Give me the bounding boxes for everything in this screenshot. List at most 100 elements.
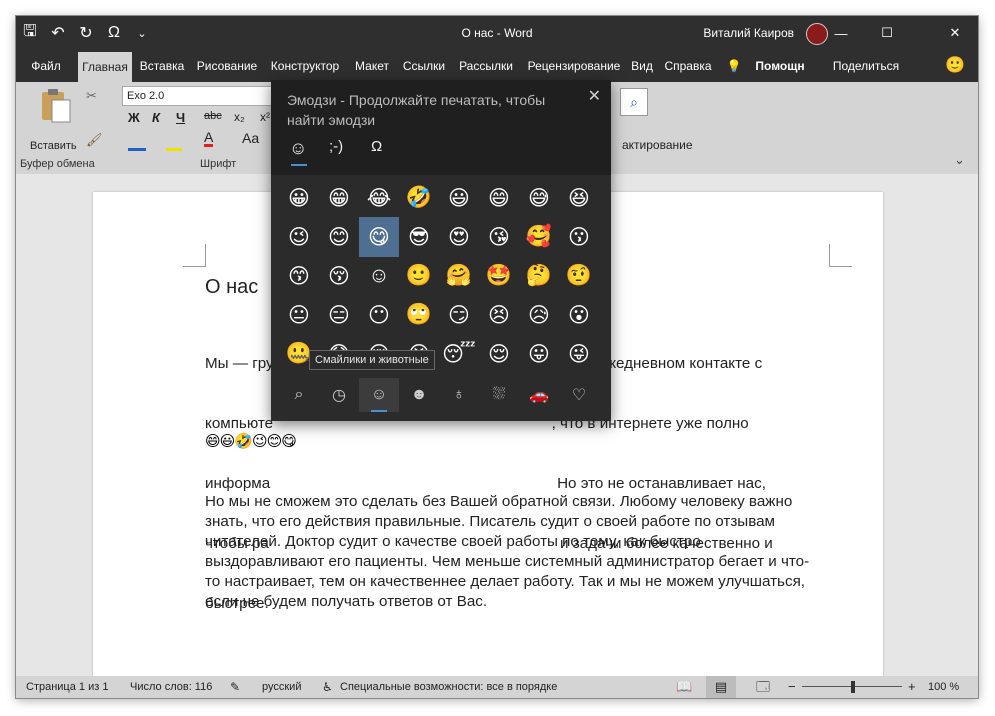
emoji-cell[interactable]: 😐 [279, 295, 319, 335]
tab-symbols[interactable]: Ω [371, 138, 382, 155]
format-painter-icon[interactable]: 🖌 [86, 132, 103, 148]
emoji-cell[interactable]: 😊 [319, 217, 359, 257]
change-case-icon[interactable]: Aa [242, 130, 259, 146]
underline-button[interactable]: Ч [176, 110, 185, 125]
emoji-cell[interactable]: 🤣 [399, 178, 439, 218]
emoji-cell[interactable]: 🙄 [399, 295, 439, 335]
emoji-cell[interactable]: 😁 [319, 178, 359, 218]
emoji-cell[interactable]: 😘 [479, 217, 519, 257]
superscript-button[interactable]: x² [260, 110, 270, 124]
customize-qat-icon[interactable]: ⌄ [128, 16, 156, 50]
emoji-cell[interactable]: 😄 [479, 178, 519, 218]
tab-layout[interactable]: Макет [350, 50, 394, 82]
font-color-icon[interactable]: A [204, 130, 214, 147]
word-count[interactable]: Число слов: 116 [130, 676, 212, 698]
search-icon[interactable]: ⌕ [279, 378, 319, 412]
minimize-button[interactable]: — [818, 16, 864, 50]
tab-design[interactable]: Конструктор [266, 50, 344, 82]
bold-button[interactable]: Ж [128, 110, 140, 125]
editing-group-label[interactable]: актирование [622, 138, 693, 152]
smiley-icon[interactable]: ☺ [359, 378, 399, 412]
find-icon[interactable]: ⌕ [620, 88, 648, 116]
location-icon[interactable]: ♁ [439, 378, 479, 412]
save-icon[interactable]: 🖫 [16, 16, 44, 50]
paste-icon[interactable] [40, 88, 74, 126]
tab-draw[interactable]: Рисование [192, 50, 262, 82]
emoji-cell[interactable]: 😚 [319, 256, 359, 296]
emoji-cell[interactable]: 😮 [559, 295, 599, 335]
emoji-cell[interactable]: 😀 [279, 178, 319, 218]
language[interactable]: русский [262, 676, 301, 698]
text-effects-icon[interactable] [128, 134, 146, 151]
document-heading[interactable]: О нас [205, 276, 258, 299]
italic-button[interactable]: К [152, 110, 160, 125]
heart-icon[interactable]: ♡ [559, 378, 599, 412]
emoji-cell[interactable]: 😎 [399, 217, 439, 257]
accessibility-icon[interactable]: ♿ [322, 676, 333, 698]
tab-mailings[interactable]: Рассылки [454, 50, 518, 82]
undo-icon[interactable]: ↶ [44, 16, 72, 50]
emoji-cell[interactable]: 😃 [439, 178, 479, 218]
emoji-cell[interactable]: 😙 [279, 256, 319, 296]
page-count[interactable]: Страница 1 из 1 [26, 676, 108, 698]
emoji-cell[interactable]: 😌 [479, 334, 519, 374]
emoji-cell[interactable]: 😅 [519, 178, 559, 218]
emoji-cell[interactable]: 😶 [359, 295, 399, 335]
tab-references[interactable]: Ссылки [398, 50, 450, 82]
zoom-out-button[interactable]: − [788, 676, 796, 698]
lightbulb-icon[interactable]: 💡 [724, 50, 744, 82]
subscript-button[interactable]: x₂ [234, 110, 245, 124]
tab-help[interactable]: Справка [660, 50, 716, 82]
web-layout-icon[interactable]: 🗔 [756, 676, 770, 698]
close-icon[interactable]: ✕ [588, 86, 601, 106]
emoji-cell[interactable]: 🤨 [559, 256, 599, 296]
zoom-in-button[interactable]: + [908, 676, 916, 698]
symbol-icon[interactable]: Ω [100, 16, 128, 50]
tab-view[interactable]: Вид [628, 50, 656, 82]
emoji-cell[interactable]: 😜 [559, 334, 599, 374]
emoji-cell[interactable]: 😆 [559, 178, 599, 218]
proofing-icon[interactable]: ✎ [230, 676, 240, 698]
share-button[interactable]: Поделиться [822, 50, 910, 82]
zoom-slider-thumb[interactable] [851, 681, 855, 693]
feedback-smiley-icon[interactable]: 🙂 [944, 50, 966, 82]
emoji-cell[interactable]: 🤩 [479, 256, 519, 296]
emoji-cell[interactable]: 😴 [439, 334, 479, 374]
emoji-cell[interactable]: 😣 [479, 295, 519, 335]
emoji-cell[interactable]: ☺ [359, 256, 399, 296]
emoji-cell[interactable]: 😍 [439, 217, 479, 257]
collapse-ribbon-icon[interactable]: ⌄ [954, 152, 965, 168]
tab-home[interactable]: Главная [78, 52, 132, 82]
accessibility-status[interactable]: Специальные возможности: все в порядке [340, 676, 557, 698]
cut-icon[interactable]: ✂ [86, 88, 97, 104]
font-name-select[interactable]: Exo 2.0 [122, 86, 278, 106]
emoji-cell[interactable]: 🥰 [519, 217, 559, 257]
emoji-cell[interactable]: 😉 [279, 217, 319, 257]
tab-kaomoji[interactable]: ;-) [329, 138, 343, 155]
paste-button-label[interactable]: Вставить [30, 140, 77, 152]
emoji-cell[interactable]: 😑 [319, 295, 359, 335]
tab-review[interactable]: Рецензирование [522, 50, 626, 82]
tab-insert[interactable]: Вставка [136, 50, 188, 82]
strikethrough-button[interactable]: abc [204, 110, 222, 122]
emoji-cell[interactable]: 🤔 [519, 256, 559, 296]
highlight-icon[interactable] [166, 134, 182, 151]
tab-file[interactable]: Файл [24, 50, 68, 82]
user-name[interactable]: Виталий Каиров [703, 16, 794, 50]
emoji-cell[interactable]: 😏 [439, 295, 479, 335]
close-button[interactable]: ✕ [932, 16, 978, 50]
read-mode-icon[interactable]: 📖 [676, 676, 692, 698]
emoji-cell[interactable]: 🤗 [439, 256, 479, 296]
emoji-cell[interactable]: 😥 [519, 295, 559, 335]
tab-emoji[interactable]: ☺ [289, 138, 307, 159]
car-icon[interactable]: 🚗 [519, 378, 559, 412]
redo-icon[interactable]: ↻ [72, 16, 100, 50]
emoji-cell[interactable]: 😂 [359, 178, 399, 218]
emoji-line[interactable]: 😄😃🤣😉😊😋 [205, 432, 297, 450]
tell-me-search[interactable]: Помощн [750, 50, 810, 82]
zoom-level[interactable]: 100 % [928, 676, 959, 698]
party-icon[interactable]: ⛆ [479, 378, 519, 412]
people-icon[interactable]: ☻ [399, 378, 439, 412]
paragraph-2[interactable]: Но мы не сможем это сделать без Вашей об… [205, 492, 845, 612]
recent-clock-icon[interactable]: ◷ [319, 378, 359, 412]
